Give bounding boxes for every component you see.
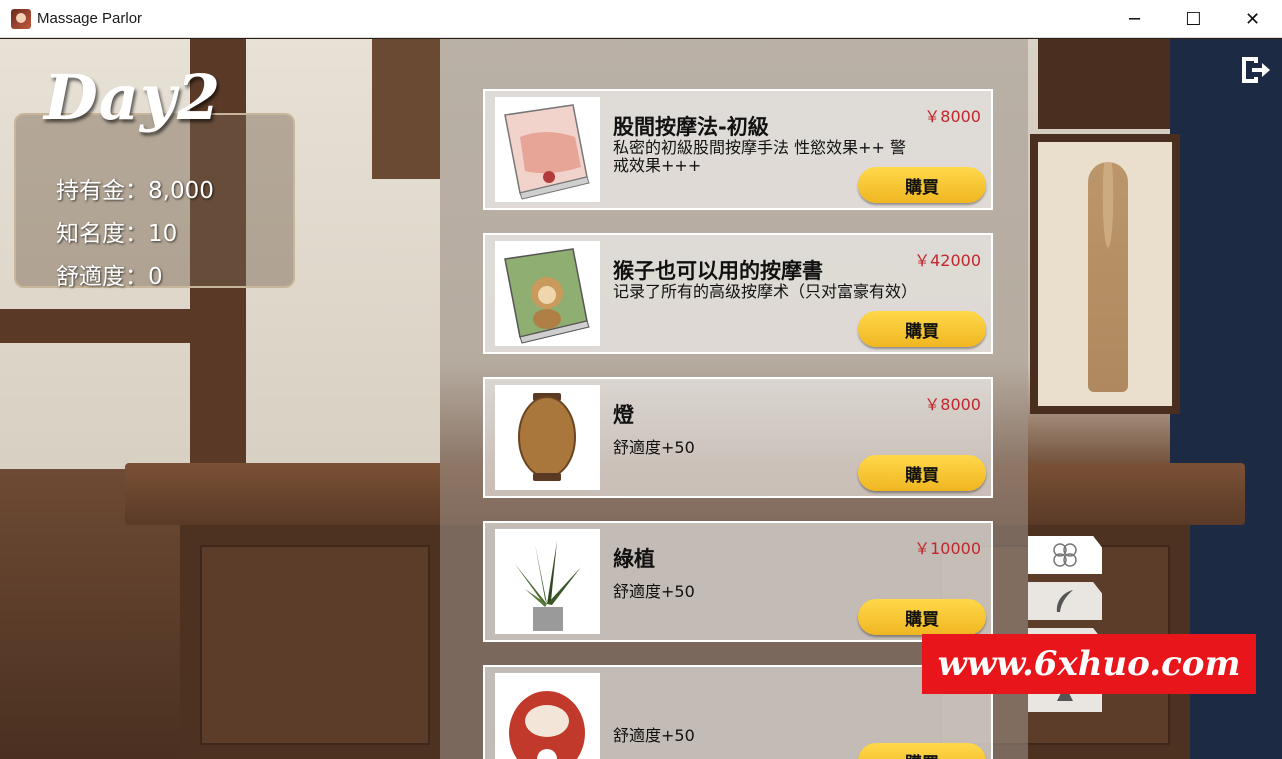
potted-plant-image (495, 529, 600, 634)
item-description: 舒適度+50 (613, 726, 695, 745)
pink-book-image (495, 97, 600, 202)
day-counter: Day2 (44, 61, 222, 134)
shop-item: 燈 舒適度+50 ￥8000 購買 (483, 377, 993, 498)
shop-item: 股間按摩法-初級 私密的初級股間按摩手法 性慾效果++ 警戒效果+++ ￥800… (483, 89, 993, 210)
item-description: 记录了所有的高级按摩术（只对富豪有效） (613, 282, 918, 301)
item-name: 股間按摩法-初級 (613, 115, 769, 139)
comfort-stat: 舒適度：0 (56, 264, 163, 290)
item-description: 舒適度+50 (613, 582, 695, 601)
shop-item: 綠植 舒適度+50 ￥10000 購買 (483, 521, 993, 642)
item-description: 舒適度+50 (613, 438, 695, 457)
fame-stat: 知名度：10 (56, 221, 178, 247)
item-name: 猴子也可以用的按摩書 (613, 259, 823, 283)
money-stat: 持有金：8,000 (56, 178, 214, 204)
buy-button[interactable]: 購買 (858, 599, 986, 635)
lantern-image (495, 385, 600, 490)
category-tab-books[interactable] (1028, 582, 1102, 620)
buy-button[interactable]: 購買 (858, 455, 986, 491)
cabinet-panel (200, 545, 430, 745)
app-icon (11, 8, 31, 29)
item-name: 綠植 (613, 547, 655, 571)
window-title: Massage Parlor (37, 10, 143, 27)
category-tab-decor[interactable] (1028, 536, 1102, 574)
daruma-image (495, 673, 600, 759)
status-panel: 持有金：8,000 知名度：10 舒適度：0 (14, 113, 295, 290)
acupuncture-chart (1030, 134, 1180, 414)
wooden-shelf (0, 309, 190, 343)
watermark-banner: www.6xhuo.com (922, 634, 1256, 694)
minimize-button[interactable]: ─ (1105, 0, 1164, 38)
game-scene: 持有金：8,000 知名度：10 舒適度：0 Day2 股間按摩法-初級 私密的… (0, 39, 1282, 759)
feather-icon (1056, 590, 1073, 612)
buy-button[interactable]: 購買 (858, 167, 986, 203)
item-price: ￥8000 (924, 107, 981, 126)
shop-item: 舒適度+50 購買 (483, 665, 993, 759)
window-titlebar: Massage Parlor ─ ☐ ✕ (0, 0, 1282, 38)
green-book-image (495, 241, 600, 346)
wooden-cabinet (372, 39, 440, 179)
body-figure-image (1088, 162, 1128, 392)
watermark-text: www.6xhuo.com (937, 644, 1241, 684)
item-price: ￥8000 (924, 395, 981, 414)
item-name: 燈 (613, 403, 634, 427)
maximize-button[interactable]: ☐ (1164, 0, 1223, 38)
buy-button[interactable]: 購買 (858, 743, 986, 759)
flower-icon (1053, 543, 1077, 567)
exit-icon[interactable] (1238, 53, 1272, 87)
wooden-frame (1038, 39, 1170, 129)
buy-button[interactable]: 購買 (858, 311, 986, 347)
window-controls: ─ ☐ ✕ (1105, 0, 1282, 38)
item-price: ￥42000 (914, 251, 981, 270)
close-button[interactable]: ✕ (1223, 0, 1282, 38)
shop-item: 猴子也可以用的按摩書 记录了所有的高级按摩术（只对富豪有效） ￥42000 購買 (483, 233, 993, 354)
item-price: ￥10000 (914, 539, 981, 558)
